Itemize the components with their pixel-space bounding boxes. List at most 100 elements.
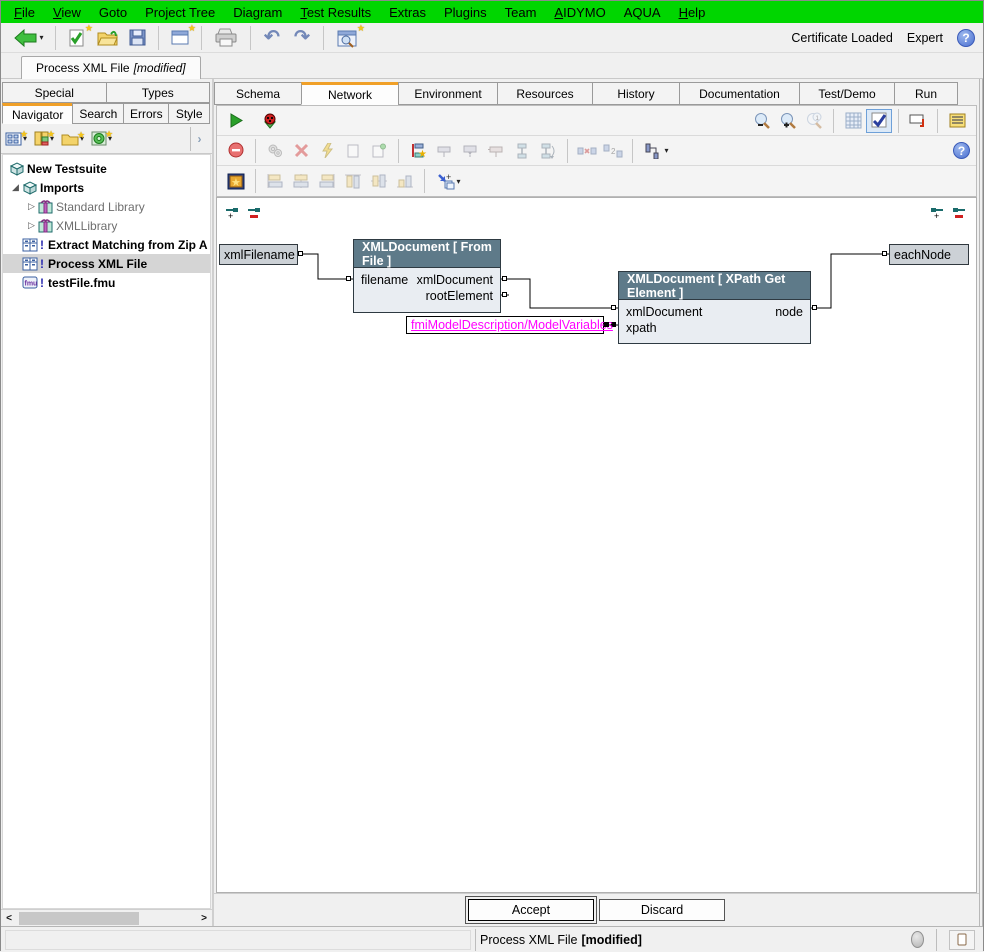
output-pin[interactable] <box>812 305 817 310</box>
network-canvas[interactable]: + + xmlFilename XMLDocument [ From File … <box>216 197 977 893</box>
expander-collapsed-icon[interactable]: ▷ <box>25 220 38 231</box>
tree-item-imports[interactable]: ◢ Imports <box>3 178 210 197</box>
menu-file[interactable]: File <box>5 2 44 23</box>
save-button[interactable] <box>122 25 152 51</box>
scroll-left-icon[interactable]: < <box>1 913 17 924</box>
menu-team[interactable]: Team <box>496 2 546 23</box>
align-top-button[interactable] <box>340 169 366 193</box>
new-folder-button[interactable]: ★ ▾ <box>61 132 84 146</box>
tab-special[interactable]: Special <box>2 82 107 103</box>
tree-item-extract-matching[interactable]: ! Extract Matching from Zip A <box>3 235 210 254</box>
document-tab[interactable]: Process XML File [modified] <box>21 56 201 79</box>
disconnect-nodes-button[interactable] <box>574 139 600 163</box>
tree-item-standard-library[interactable]: ▷ Standard Library <box>3 197 210 216</box>
menu-plugins[interactable]: Plugins <box>435 2 496 23</box>
input-pin[interactable] <box>611 305 616 310</box>
properties-button[interactable] <box>944 109 970 133</box>
tab-history[interactable]: History <box>592 82 680 105</box>
connector-style-button[interactable]: ▾ <box>639 139 675 163</box>
output-pin[interactable] <box>298 251 303 256</box>
remove-breakpoint-button[interactable] <box>223 139 249 163</box>
new-resource-button[interactable]: ★ ▾ <box>91 131 112 146</box>
help-button[interactable]: ? <box>957 29 975 47</box>
tree-hscrollbar[interactable]: < > <box>1 909 212 926</box>
output-pin[interactable] <box>502 276 507 281</box>
new-window-button[interactable]: ★ <box>165 25 195 51</box>
zoom-reset-button[interactable]: 1 <box>801 109 827 133</box>
panel-expand-button[interactable]: › <box>190 127 208 151</box>
align-center-button[interactable] <box>288 169 314 193</box>
new-test-button[interactable]: ★ <box>62 25 92 51</box>
show-grid-button[interactable] <box>840 109 866 133</box>
tab-documentation[interactable]: Documentation <box>679 82 800 105</box>
step-block-from-file[interactable]: XMLDocument [ From File ] filename xmlDo… <box>353 239 501 313</box>
new-step-button[interactable]: ★ <box>405 139 431 163</box>
pin-trigger-button[interactable] <box>314 139 340 163</box>
paste-add-dropdown-icon[interactable]: ▾ <box>456 177 460 186</box>
debug-button[interactable] <box>257 109 283 133</box>
zoom-out-button[interactable] <box>749 109 775 133</box>
connector-loop-button[interactable] <box>535 139 561 163</box>
tab-navigator[interactable]: Navigator <box>2 103 73 124</box>
expander-collapsed-icon[interactable]: ▷ <box>25 201 38 212</box>
pin-settings-button[interactable] <box>262 139 288 163</box>
scrollbar-thumb[interactable] <box>19 912 139 925</box>
status-page-icon[interactable] <box>949 930 975 950</box>
vertical-connector-button[interactable] <box>509 139 535 163</box>
add-comment-step-button[interactable] <box>457 139 483 163</box>
menu-aidymo[interactable]: AIDYMO <box>545 2 614 23</box>
back-dropdown-icon[interactable]: ▾ <box>39 33 43 42</box>
tree-item-xmllibrary[interactable]: ▷ XMLLibrary <box>3 216 210 235</box>
pin-delete-button[interactable] <box>288 139 314 163</box>
expander-expanded-icon[interactable]: ◢ <box>9 182 22 193</box>
tab-schema[interactable]: Schema <box>214 82 302 105</box>
align-bottom-button[interactable] <box>392 169 418 193</box>
auto-layout-button[interactable]: ★ <box>223 169 249 193</box>
menu-help[interactable]: Help <box>670 2 715 23</box>
tab-network[interactable]: Network <box>301 82 399 105</box>
tab-resources[interactable]: Resources <box>497 82 593 105</box>
add-input-pin-button[interactable]: + <box>225 206 241 221</box>
scroll-right-icon[interactable]: > <box>196 913 212 924</box>
remove-output-pin-button[interactable] <box>951 206 967 221</box>
menu-extras[interactable]: Extras <box>380 2 435 23</box>
open-button[interactable] <box>92 25 122 51</box>
tab-test-demo[interactable]: Test/Demo <box>799 82 895 105</box>
label-mode-button[interactable] <box>905 109 931 133</box>
menu-goto[interactable]: Goto <box>90 2 136 23</box>
tab-errors[interactable]: Errors <box>123 103 169 124</box>
tab-types[interactable]: Types <box>106 82 211 103</box>
menu-test-results[interactable]: Test Results <box>291 2 380 23</box>
menu-view[interactable]: View <box>44 2 90 23</box>
align-left-button[interactable] <box>262 169 288 193</box>
connector-style-dropdown-icon[interactable]: ▾ <box>664 146 668 155</box>
menu-aqua[interactable]: AQUA <box>615 2 670 23</box>
constant-output-pin[interactable] <box>604 322 609 327</box>
constant-value-box[interactable]: fmiModelDescription/ModelVariables <box>406 316 604 334</box>
connect-nodes-button[interactable]: 2 <box>600 139 626 163</box>
undo-button[interactable]: ↶ <box>257 25 287 51</box>
output-pin[interactable] <box>502 292 507 297</box>
align-right-button[interactable] <box>314 169 340 193</box>
add-step-button[interactable] <box>431 139 457 163</box>
input-pin[interactable] <box>882 251 887 256</box>
output-node-eachnode[interactable]: eachNode <box>889 244 969 265</box>
tab-search[interactable]: Search <box>72 103 124 124</box>
accept-button[interactable]: Accept <box>468 899 594 921</box>
settings-browser-button[interactable]: ★ <box>330 25 364 51</box>
network-help-button[interactable]: ? <box>953 142 970 159</box>
print-button[interactable] <box>208 25 244 51</box>
input-pin[interactable] <box>346 276 351 281</box>
step-block-xpath-get-element[interactable]: XMLDocument [ XPath Get Element ] xmlDoc… <box>618 271 811 344</box>
add-io-step-button[interactable] <box>483 139 509 163</box>
new-testcase-button[interactable]: ★ ▾ <box>5 131 27 146</box>
menu-project-tree[interactable]: Project Tree <box>136 2 224 23</box>
add-output-pin-button[interactable]: + <box>929 206 945 221</box>
tree-item-testfile-fmu[interactable]: fmu ! testFile.fmu <box>3 273 210 292</box>
remove-input-pin-button[interactable] <box>247 206 263 221</box>
back-button[interactable]: ▾ <box>9 25 49 51</box>
zoom-in-button[interactable] <box>775 109 801 133</box>
redo-button[interactable]: ↷ <box>287 25 317 51</box>
align-middle-button[interactable] <box>366 169 392 193</box>
pin-page-new-button[interactable] <box>366 139 392 163</box>
